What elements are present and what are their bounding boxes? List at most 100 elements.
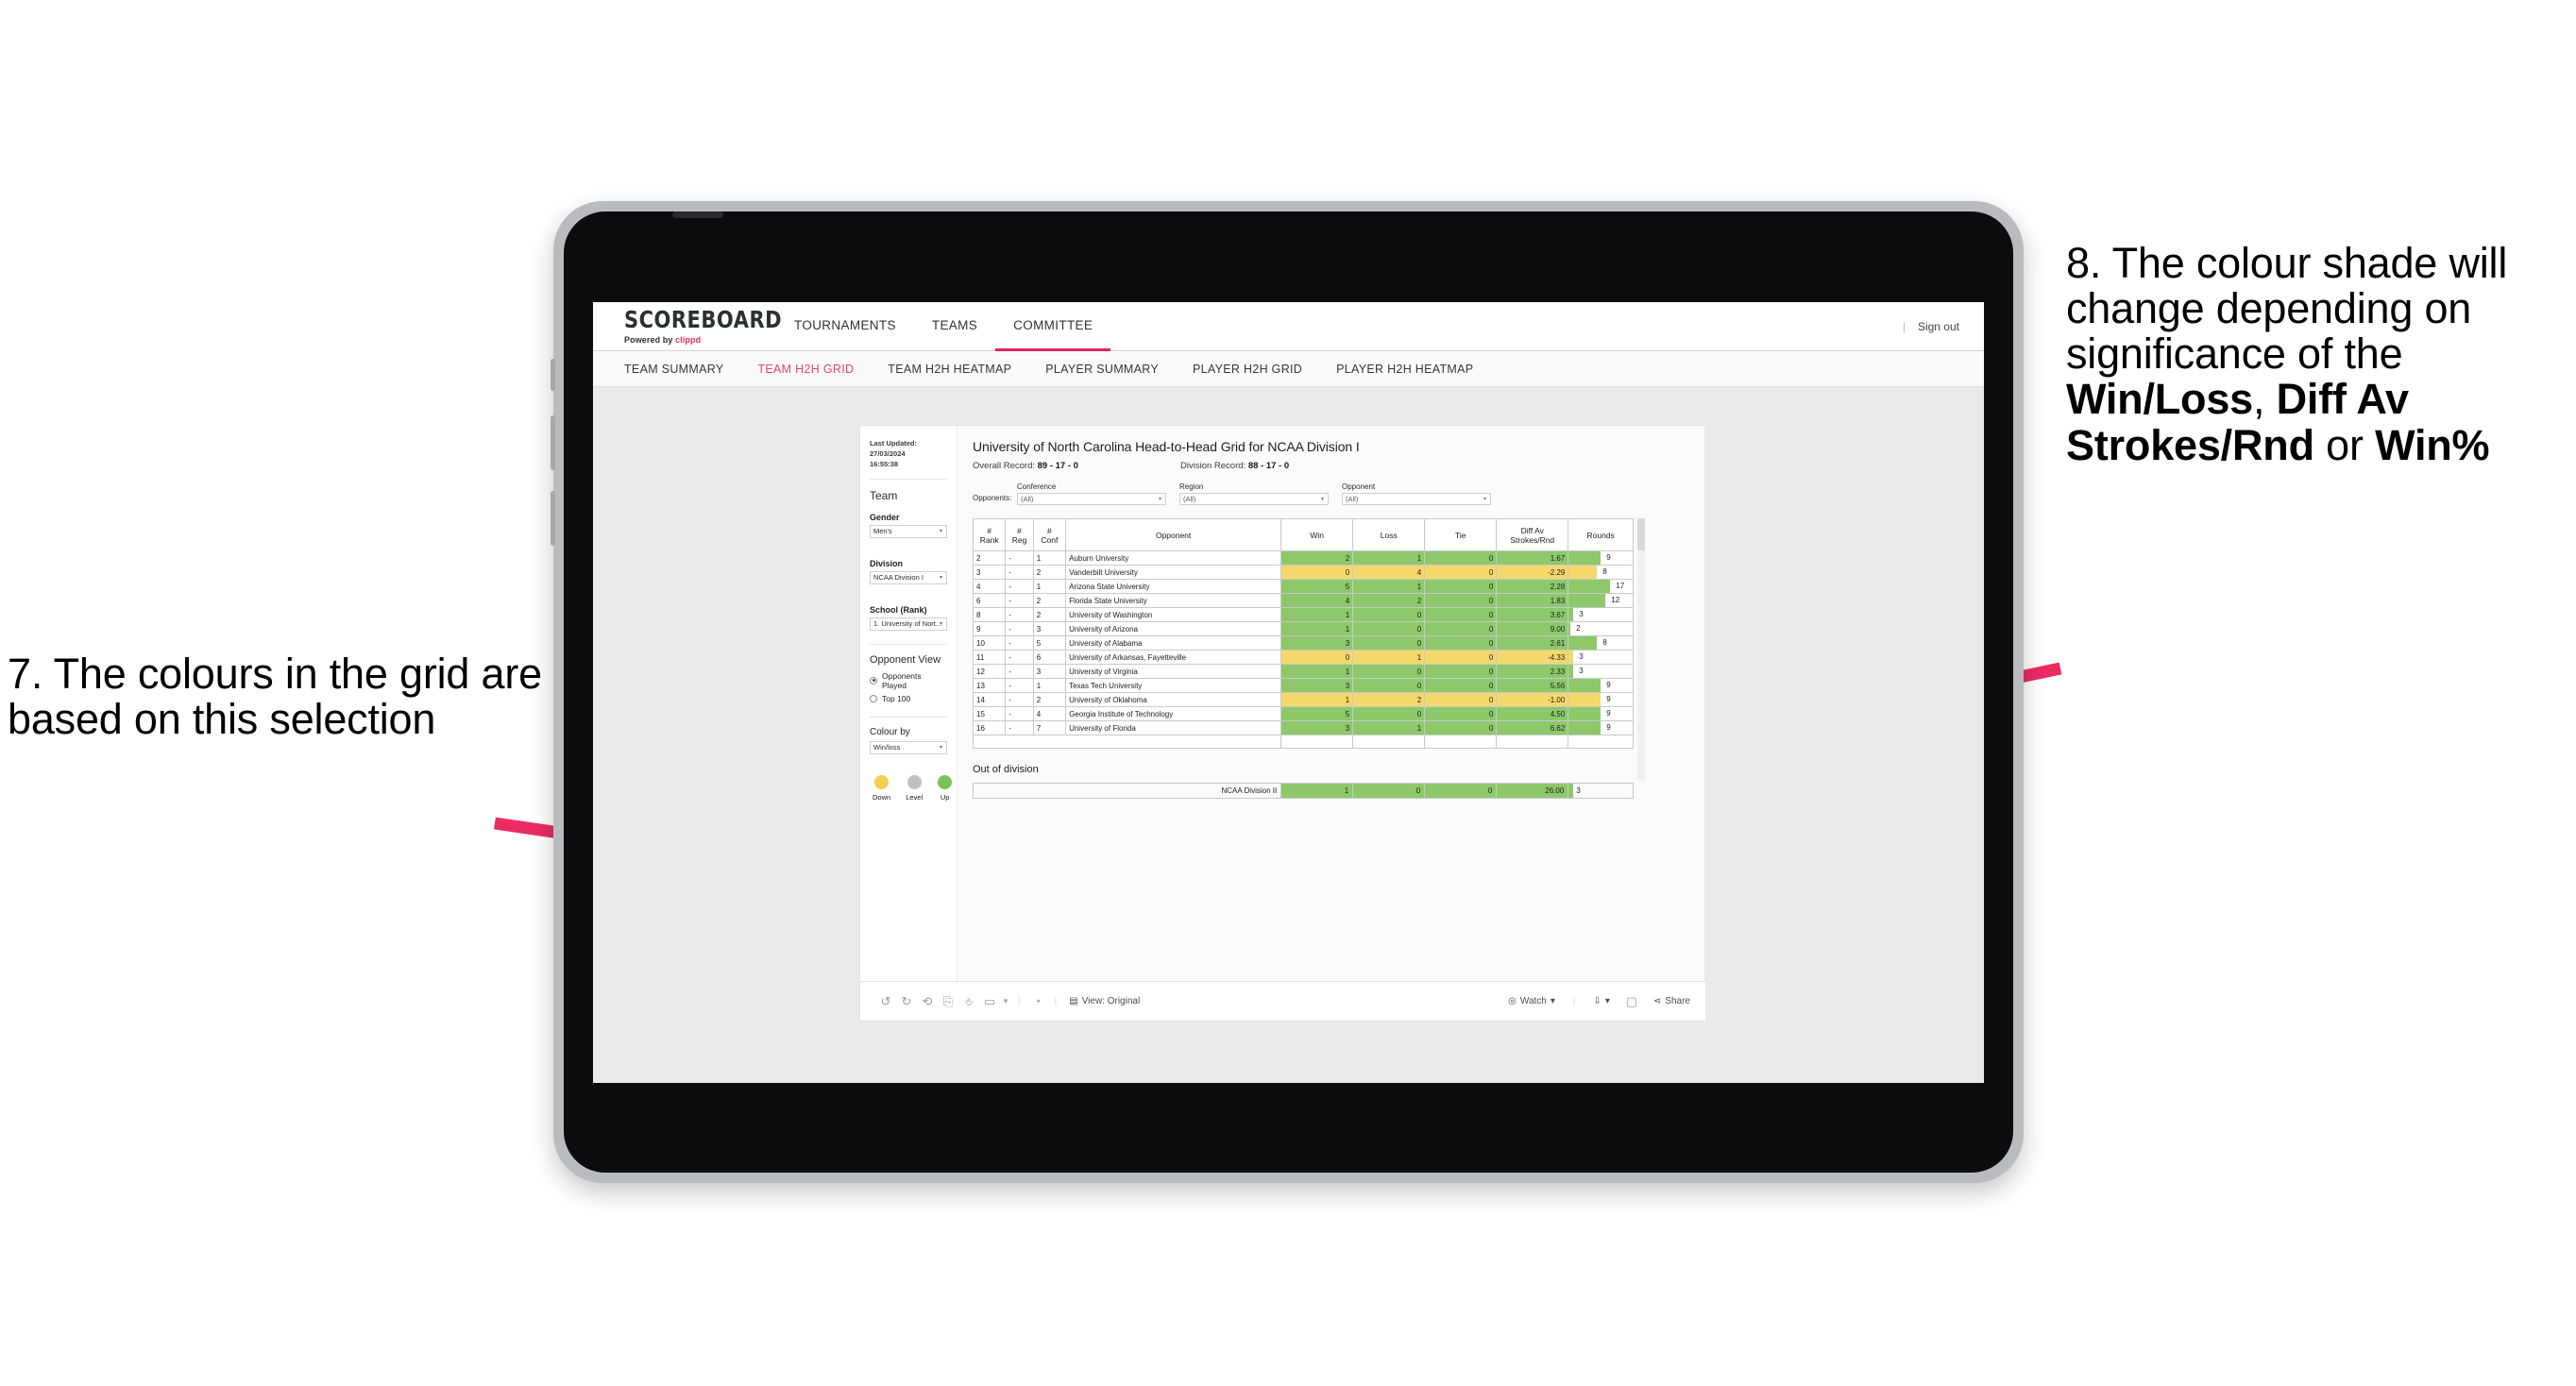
table-row[interactable]: 10-5 University of Alabama 3 0 0 2.61 8 <box>972 635 1634 651</box>
cell-diff: -1.00 <box>1496 692 1569 707</box>
cell-conf: 7 <box>1032 720 1067 735</box>
panel-divider-2 <box>870 643 947 645</box>
annotation-8-mid1: , <box>2253 375 2277 424</box>
division-select[interactable]: NCAA Division I ▾ <box>870 570 947 584</box>
table-row[interactable]: 15-4 Georgia Institute of Technology 5 0 0 4.… <box>972 706 1634 721</box>
pause-updates-icon[interactable]: ⎀ <box>958 994 979 1009</box>
col-reg-l1: # <box>1017 525 1022 535</box>
region-filter-value: (All) <box>1183 495 1196 503</box>
cell-tie: 0 <box>1424 579 1498 594</box>
download-button[interactable]: ⇩ ▾ <box>1594 996 1610 1006</box>
cell-opponent: Florida State University <box>1065 593 1282 608</box>
custom-view-icon[interactable]: ▭ <box>979 994 1000 1009</box>
col-diff-av-strokes[interactable]: Diff Av Strokes/Rnd <box>1496 518 1569 551</box>
volume-down-button[interactable] <box>551 491 555 546</box>
cell-opponent: University of Florida <box>1065 720 1282 735</box>
col-win[interactable]: Win <box>1280 518 1354 551</box>
device-preview-icon[interactable]: ▢ <box>1621 994 1642 1009</box>
volume-up-button[interactable] <box>551 415 555 470</box>
chevron-down-icon[interactable]: ▾ <box>1000 996 1011 1006</box>
table-row[interactable]: 9-3 University of Arizona 1 0 0 9.00 2 <box>972 621 1634 636</box>
toolbar-right: ◎ Watch ▾ | ⇩ ▾ ▢ ⋖ Share <box>1508 994 1690 1009</box>
col-conf[interactable]: # Conf <box>1032 518 1067 551</box>
table-row[interactable]: 14-2 University of Oklahoma 1 2 0 -1.00 9 <box>972 692 1634 707</box>
subnav-player-h2h-heatmap[interactable]: PLAYER H2H HEATMAP <box>1336 363 1473 376</box>
table-row[interactable]: 2-1 Auburn University 2 1 0 1.67 9 <box>972 550 1634 566</box>
table-scrollbar[interactable] <box>1637 518 1645 781</box>
cell-tie: 0 <box>1424 593 1498 608</box>
cell-loss: 2 <box>1352 692 1426 707</box>
subnav-team-h2h-heatmap[interactable]: TEAM H2H HEATMAP <box>888 363 1011 376</box>
cell-conf: 2 <box>1032 565 1067 580</box>
nav-tab-committee[interactable]: COMMITTEE <box>995 302 1111 351</box>
history-icon[interactable]: ◔ <box>1027 994 1048 1008</box>
legend-label-up: Up <box>940 792 950 802</box>
cell-win: 1 <box>1280 621 1354 636</box>
col-rank-l1: # <box>987 525 992 535</box>
col-tie[interactable]: Tie <box>1424 518 1498 551</box>
opponent-filter-value: (All) <box>1346 495 1359 503</box>
table-row[interactable]: 8-2 University of Washington 1 0 0 3.67 3 <box>972 607 1634 622</box>
subnav-team-summary[interactable]: TEAM SUMMARY <box>624 363 723 376</box>
cell-diff: 6.62 <box>1496 720 1569 735</box>
opponent-filter-select[interactable]: (All) ▾ <box>1342 493 1491 505</box>
watch-button[interactable]: ◎ Watch ▾ <box>1508 996 1555 1006</box>
refresh-data-icon[interactable]: ⎘ <box>938 994 958 1009</box>
conference-filter-select[interactable]: (All) ▾ <box>1017 493 1166 505</box>
ood-rounds: 3 <box>1568 783 1634 799</box>
table-row[interactable]: NCAA Division II 1 0 0 26.00 3 <box>972 783 1634 799</box>
h2h-table-head: # Rank # Reg # Conf Opponent Win Loss Tie D… <box>972 518 1634 551</box>
rounds-bar <box>1568 651 1574 664</box>
col-rank[interactable]: # Rank <box>972 518 1007 551</box>
table-row[interactable]: 3-2 Vanderbilt University 0 4 0 -2.29 8 <box>972 565 1634 580</box>
sign-out-link[interactable]: Sign out <box>1918 320 1959 333</box>
power-button[interactable] <box>551 359 555 391</box>
table-row[interactable]: 16-7 University of Florida 3 1 0 6.62 9 <box>972 720 1634 735</box>
table-row[interactable]: 12-3 University of Virginia 1 0 0 2.33 3 <box>972 664 1634 679</box>
table-scrollbar-thumb[interactable] <box>1637 518 1645 550</box>
table-row[interactable]: 6-2 Florida State University 4 2 0 1.83 12 <box>972 593 1634 608</box>
cell-loss: 1 <box>1352 720 1426 735</box>
cell-rounds: 3 <box>1568 607 1634 622</box>
cell-loss: 4 <box>1352 565 1426 580</box>
table-row[interactable]: 11-6 University of Arkansas, Fayetteville… <box>972 650 1634 665</box>
revert-icon[interactable]: ⟲ <box>917 994 938 1009</box>
view-original-button[interactable]: ▤ View: Original <box>1069 996 1140 1006</box>
subnav-player-summary[interactable]: PLAYER SUMMARY <box>1045 363 1159 376</box>
rounds-value: 3 <box>1579 667 1584 675</box>
share-button[interactable]: ⋖ Share <box>1653 996 1690 1006</box>
scoreboard-logo[interactable]: SCOREBOARD Powered by clippd <box>624 308 782 345</box>
cell-opponent: University of Arkansas, Fayetteville <box>1065 650 1282 665</box>
nav-tab-teams[interactable]: TEAMS <box>914 302 995 351</box>
table-row[interactable]: 4-1 Arizona State University 5 1 0 2.28 17 <box>972 579 1634 594</box>
rounds-value: 9 <box>1606 709 1611 718</box>
nav-tab-tournaments[interactable]: TOURNAMENTS <box>776 302 914 351</box>
gender-select[interactable]: Men's ▾ <box>870 524 947 538</box>
rounds-bar <box>1568 693 1602 706</box>
gender-field: Gender Men's ▾ <box>870 513 947 538</box>
share-label: Share <box>1665 996 1690 1006</box>
col-opponent[interactable]: Opponent <box>1065 518 1282 551</box>
cell-conf: 4 <box>1032 706 1067 721</box>
subnav-team-h2h-grid[interactable]: TEAM H2H GRID <box>757 363 854 376</box>
legend-label-level: Level <box>906 792 924 802</box>
redo-icon[interactable]: ↻ <box>896 994 917 1009</box>
dashboard-card: Last Updated: 27/03/2024 16:55:38 Team G… <box>859 425 1705 1022</box>
table-row[interactable]: 13-1 Texas Tech University 3 0 0 5.56 9 <box>972 678 1634 693</box>
cell-loss: 0 <box>1352 706 1426 721</box>
colour-by-select[interactable]: Win/loss ▾ <box>870 740 947 754</box>
cell-win: 0 <box>1280 565 1354 580</box>
col-rounds[interactable]: Rounds <box>1568 518 1634 551</box>
subnav-player-h2h-grid[interactable]: PLAYER H2H GRID <box>1193 363 1302 376</box>
region-filter-select[interactable]: (All) ▾ <box>1179 493 1329 505</box>
radio-top-100[interactable]: Top 100 <box>870 694 947 703</box>
col-loss[interactable]: Loss <box>1352 518 1426 551</box>
col-diff-l2: Strokes/Rnd <box>1510 534 1555 545</box>
cell-reg: - <box>1005 593 1034 608</box>
col-reg[interactable]: # Reg <box>1005 518 1034 551</box>
cell-opponent: University of Virginia <box>1065 664 1282 679</box>
school-select[interactable]: 1. University of Nort... ▾ <box>870 617 947 631</box>
ood-rounds-value: 3 <box>1576 786 1581 795</box>
undo-icon[interactable]: ↺ <box>875 994 896 1009</box>
radio-opponents-played[interactable]: Opponents Played <box>870 671 947 690</box>
